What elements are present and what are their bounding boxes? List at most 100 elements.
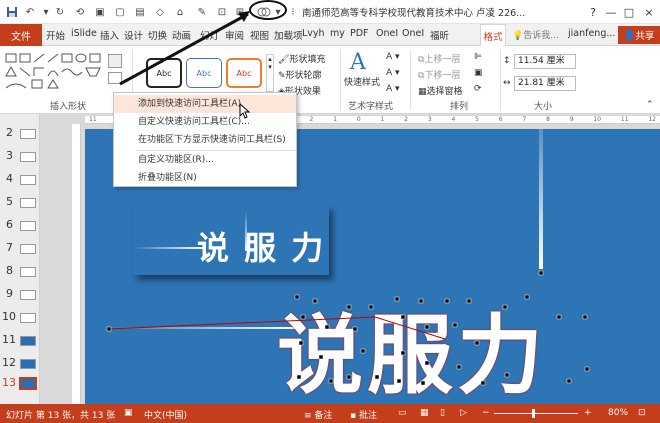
redo-icon[interactable]: ↻ [52, 4, 68, 20]
comments-button[interactable]: ▪ 批注 [350, 408, 377, 421]
tab-insert[interactable]: 插入 [100, 28, 119, 42]
spellcheck-icon[interactable]: ▣ [124, 408, 133, 418]
slide-thumbnail[interactable] [20, 129, 36, 139]
share-button[interactable]: 👤 共享 [618, 26, 660, 44]
tab-onei-2[interactable]: OneI [402, 28, 424, 39]
slide-thumbnail[interactable] [20, 313, 36, 323]
shape-outline-button[interactable]: ✎形状轮廓 [278, 68, 322, 81]
slide-number: 7 [6, 241, 13, 254]
menu-item-customize-ribbon[interactable]: 自定义功能区(R)... [114, 151, 296, 169]
user-name[interactable]: jianfeng... [568, 28, 615, 39]
bring-forward-button[interactable]: ⧉上移一层 [418, 52, 460, 65]
slide-thumbnail-selected[interactable] [19, 377, 37, 390]
group-label-art-style: 艺术字样式 [348, 102, 394, 112]
tab-home[interactable]: 开始 [46, 28, 65, 42]
selection-pane-button[interactable]: ▦选择窗格 [418, 84, 463, 97]
slide-thumbnail[interactable] [20, 359, 36, 369]
text-effects-icon[interactable]: A ▾ [386, 84, 400, 94]
undo-icon[interactable]: ↶ [22, 4, 38, 20]
minimize-button[interactable]: — [602, 2, 620, 22]
style-gallery-scroll[interactable]: ▴ ▾ [266, 54, 274, 92]
slide-sorter-icon[interactable]: ▦ [420, 408, 429, 418]
tab-islide[interactable]: iSlide [71, 28, 97, 39]
tab-animations[interactable]: 动画 [172, 28, 191, 42]
slideshow-icon[interactable]: ▷ [460, 408, 467, 418]
slide-thumbnail[interactable] [20, 244, 36, 254]
tab-file[interactable]: 文件 [0, 24, 42, 46]
slide-number: 5 [6, 195, 13, 208]
width-input[interactable]: 21.81 厘米 [514, 76, 576, 91]
rotate-icon[interactable]: ⟳ [474, 84, 482, 94]
tab-slideshow[interactable]: 幻灯 [200, 28, 219, 42]
tab-transitions[interactable]: 切换 [148, 28, 167, 42]
slide-thumbnail[interactable] [20, 175, 36, 185]
close-button[interactable]: × [640, 2, 658, 22]
slide-thumbnail[interactable] [20, 221, 36, 231]
slide-thumbnail[interactable] [20, 336, 36, 346]
shape-icon[interactable]: ◇ [152, 4, 168, 20]
shape-fill-button[interactable]: 🖌形状填充 [278, 52, 325, 65]
tab-design[interactable]: 设计 [124, 28, 143, 42]
menu-item-customize-qat[interactable]: 自定义快速访问工具栏(C)... [114, 113, 296, 131]
tab-onei-1[interactable]: OneI [376, 28, 398, 39]
quick-styles-a-icon[interactable]: A [350, 50, 366, 75]
slide-thumbnail[interactable] [20, 152, 36, 162]
tab-format[interactable]: 格式 [480, 24, 506, 46]
slide-thumbnail[interactable] [20, 198, 36, 208]
slide-number: 2 [6, 126, 13, 139]
title-bar: ↶ ▾ ↻ ⟲ ▣ ▢ ▤ ◇ ⌂ ✎ ⊡ ⊞ ▾ ⁝ 南通师范高等专科学校现代… [0, 0, 660, 24]
tab-review[interactable]: 审阅 [225, 28, 244, 42]
zoom-out-icon[interactable]: − [482, 408, 490, 418]
new-icon[interactable]: ▢ [112, 4, 128, 20]
tab-addins[interactable]: 加载项 [274, 28, 303, 42]
tab-my[interactable]: my [330, 28, 345, 39]
shapes-gallery[interactable] [4, 52, 104, 92]
more-icon[interactable]: ⁝ [285, 4, 301, 20]
height-input[interactable]: 11.54 厘米 [514, 54, 576, 69]
zoom-slider[interactable] [494, 409, 578, 418]
edit-shape-icon[interactable] [108, 54, 122, 68]
merge-icon[interactable]: ⊞ [232, 4, 248, 20]
tab-foxit[interactable]: 福昕 [430, 28, 449, 42]
zoom-in-icon[interactable]: + [584, 408, 592, 418]
language-indicator[interactable]: 中文(中国) [144, 408, 187, 421]
textbox-icon[interactable] [108, 72, 122, 84]
slide-thumbnail[interactable] [20, 290, 36, 300]
shape-style-3[interactable]: Abc [226, 58, 262, 88]
tell-me-search[interactable]: 💡告诉我... [512, 28, 559, 41]
chart-icon[interactable]: ⌂ [172, 4, 188, 20]
text-fill-icon[interactable]: A ▾ [386, 52, 400, 62]
slide-thumbnail[interactable] [20, 267, 36, 277]
paint-bucket-icon: 🖌 [278, 55, 290, 65]
format-painter-icon[interactable]: ▣ [92, 4, 108, 20]
shape-style-2[interactable]: Abc [186, 58, 222, 88]
open-icon[interactable]: ▤ [132, 4, 148, 20]
tab-lvyh[interactable]: Lvyh [302, 28, 325, 39]
help-button[interactable]: ? [584, 2, 602, 22]
fit-slide-icon[interactable]: ⊡ [638, 408, 646, 418]
repeat-icon[interactable]: ⟲ [72, 4, 88, 20]
collapse-ribbon-icon[interactable]: ⌃ [646, 100, 654, 110]
save-icon[interactable] [4, 4, 20, 20]
normal-view-icon[interactable]: ▭ [398, 408, 407, 418]
quick-styles-label[interactable]: 快速样式 [344, 75, 380, 88]
slide-number: 10 [2, 310, 16, 323]
tab-pdf[interactable]: PDF [350, 28, 369, 39]
reading-view-icon[interactable]: ▯ [440, 408, 445, 418]
pin-icon[interactable]: ✎ [194, 4, 210, 20]
menu-item-add-to-qat[interactable]: 添加到快速访问工具栏(A) [114, 95, 296, 113]
group-icon[interactable]: ▣ [474, 68, 483, 78]
ruler-tick: 6 [498, 116, 503, 123]
tab-view[interactable]: 视图 [250, 28, 269, 42]
send-backward-button[interactable]: ⧉下移一层 [418, 68, 460, 81]
present-icon[interactable]: ⊡ [214, 4, 230, 20]
menu-item-show-qat-below[interactable]: 在功能区下方显示快速访问工具栏(S) [114, 131, 296, 149]
maximize-button[interactable]: □ [620, 2, 638, 22]
shape-style-1[interactable]: Abc [146, 58, 182, 88]
zoom-level[interactable]: 80% [608, 408, 628, 418]
text-outline-icon[interactable]: A ▾ [386, 68, 400, 78]
notes-button[interactable]: ≡ 备注 [304, 408, 332, 421]
zoom-slider-thumb[interactable] [532, 409, 535, 418]
align-icon[interactable]: ⊫ [474, 52, 482, 62]
menu-item-collapse-ribbon[interactable]: 折叠功能区(N) [114, 169, 296, 187]
